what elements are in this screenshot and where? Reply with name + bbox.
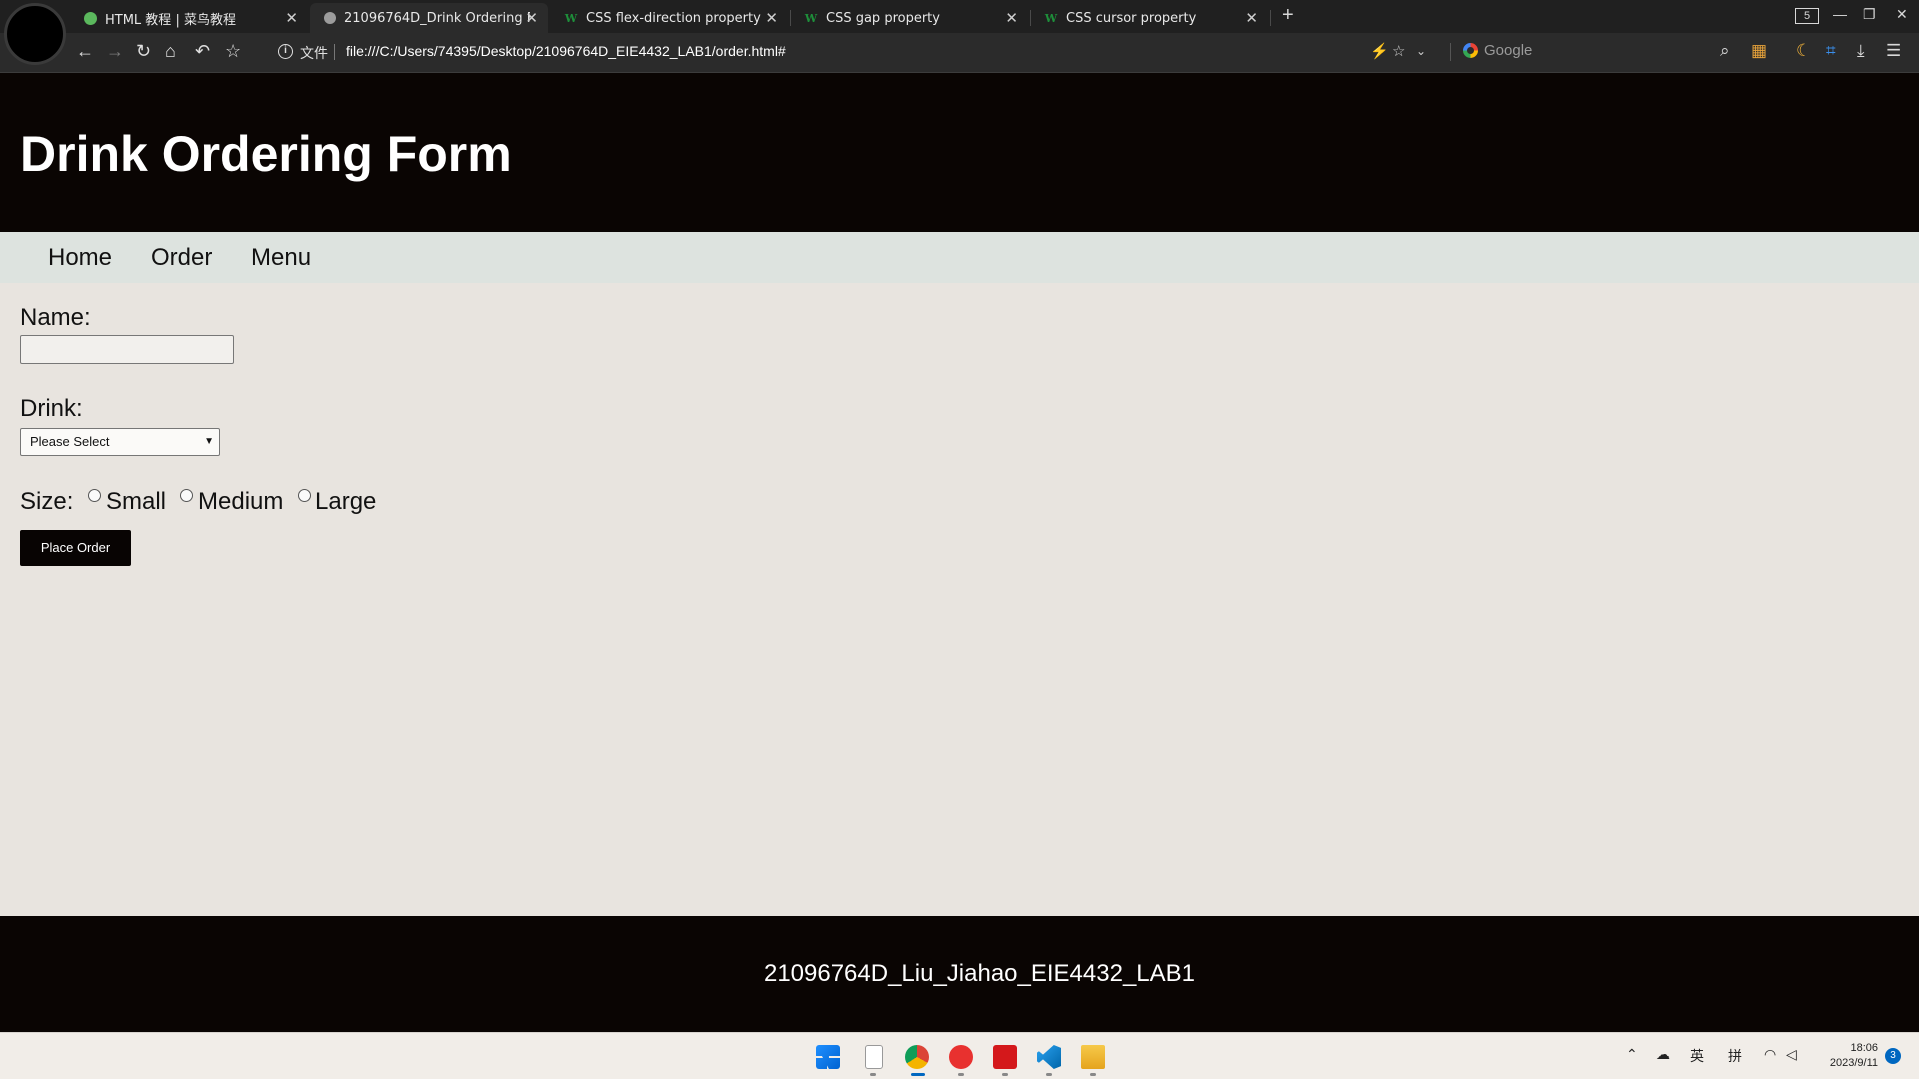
tab-count-badge[interactable]: 5	[1795, 8, 1819, 24]
acrobat-icon[interactable]	[993, 1045, 1017, 1069]
close-window-icon[interactable]: ✕	[1896, 6, 1908, 23]
tab-label: CSS cursor property	[1066, 10, 1197, 26]
night-mode-icon[interactable]: ☾	[1796, 41, 1811, 61]
reload-icon[interactable]: ↻	[136, 41, 151, 61]
favorite-star-icon[interactable]: ☆	[1392, 42, 1405, 60]
notification-badge[interactable]: 3	[1885, 1048, 1901, 1064]
ime-mode[interactable]: 拼	[1728, 1046, 1742, 1066]
restore-icon[interactable]: ❐	[1863, 6, 1876, 23]
ime-language[interactable]: 英	[1690, 1046, 1704, 1066]
w3schools-icon: W	[1044, 11, 1058, 25]
clock-date: 2023/9/11	[1829, 1057, 1878, 1069]
protocol-label: 文件	[300, 45, 328, 61]
drink-label: Drink:	[20, 395, 83, 422]
minimize-icon[interactable]: —	[1833, 6, 1847, 22]
back-icon[interactable]: ←	[76, 41, 94, 61]
size-radio-medium[interactable]	[180, 489, 193, 502]
footer-text: 21096764D_Liu_Jiahao_EIE4432_LAB1	[763, 960, 1196, 987]
undo-close-icon[interactable]: ↶	[195, 41, 210, 61]
tab-cursor[interactable]: W CSS cursor property ✕	[1030, 3, 1268, 33]
size-radio-small[interactable]	[88, 489, 101, 502]
nav-order[interactable]: Order	[151, 244, 212, 272]
page-header: Drink Ordering Form	[0, 73, 1919, 232]
tab-label: 21096764D_Drink Ordering Fo	[344, 10, 530, 26]
tab-label: CSS flex-direction property	[586, 10, 761, 26]
site-info-icon[interactable]: i	[278, 44, 293, 59]
address-bar: ← → ↻ ⌂ ↶ ☆ i 文件 file:///C:/Users/74395/…	[0, 33, 1919, 73]
chrome-icon[interactable]	[905, 1045, 929, 1069]
wifi-icon[interactable]: ◠	[1764, 1046, 1776, 1063]
tab-runoob[interactable]: HTML 教程 | 菜鸟教程 ✕	[70, 3, 308, 33]
page-icon	[324, 12, 336, 24]
w3schools-icon: W	[564, 11, 578, 25]
w3schools-icon: W	[804, 11, 818, 25]
search-input[interactable]: Google	[1463, 42, 1532, 59]
tab-gap[interactable]: W CSS gap property ✕	[790, 3, 1028, 33]
drink-select-value: Please Select	[30, 434, 110, 449]
place-order-button[interactable]: Place Order	[20, 530, 131, 566]
close-icon[interactable]: ✕	[1005, 9, 1018, 27]
size-radio-large[interactable]	[298, 489, 311, 502]
chevron-up-icon[interactable]: ⌃	[1626, 1046, 1638, 1063]
nav-home[interactable]: Home	[48, 244, 112, 272]
close-icon[interactable]: ✕	[285, 9, 298, 27]
cloud-icon[interactable]: ☁	[1656, 1046, 1670, 1063]
search-icon[interactable]: ⌕	[1720, 41, 1730, 61]
menu-icon[interactable]: ☰	[1886, 41, 1901, 61]
clock[interactable]: 18:06 2023/9/11	[1818, 1041, 1878, 1071]
netease-music-icon[interactable]	[949, 1045, 973, 1069]
clock-time: 18:06	[1850, 1042, 1878, 1054]
search-engine-label: Google	[1484, 42, 1533, 59]
tab-drink-order[interactable]: 21096764D_Drink Ordering Fo ✕	[310, 3, 548, 33]
close-icon[interactable]: ✕	[765, 9, 778, 27]
tab-label: HTML 教程 | 菜鸟教程	[105, 12, 236, 28]
notepad-icon[interactable]	[865, 1045, 883, 1069]
vscode-icon[interactable]	[1037, 1045, 1061, 1069]
browser-tab-bar: HTML 教程 | 菜鸟教程 ✕ 21096764D_Drink Orderin…	[0, 0, 1919, 65]
crop-icon[interactable]: ⌗	[1826, 41, 1836, 61]
name-input[interactable]	[20, 335, 234, 364]
bookmark-star-icon[interactable]: ☆	[225, 41, 241, 61]
size-option-medium: Medium	[198, 488, 284, 515]
close-icon[interactable]: ✕	[1245, 9, 1258, 27]
file-explorer-icon[interactable]	[1081, 1045, 1105, 1069]
google-icon	[1463, 43, 1478, 58]
url-field[interactable]: file:///C:/Users/74395/Desktop/21096764D…	[346, 43, 786, 59]
chevron-down-icon: ▼	[204, 436, 214, 447]
runoob-icon	[84, 11, 97, 25]
taskbar: ⌃ ☁ 英 拼 ◠ ◁ 18:06 2023/9/11 3	[0, 1032, 1919, 1079]
drink-select[interactable]: Please Select ▼	[20, 428, 220, 456]
name-label: Name:	[20, 304, 91, 331]
tab-flex-direction[interactable]: W CSS flex-direction property ✕	[550, 3, 788, 33]
home-icon[interactable]: ⌂	[165, 41, 176, 61]
start-icon[interactable]	[816, 1045, 840, 1069]
page-nav: Home Order Menu	[0, 232, 1919, 283]
browser-logo-icon[interactable]	[4, 3, 66, 65]
forward-icon[interactable]: →	[106, 41, 124, 61]
size-option-small: Small	[106, 488, 167, 515]
size-label: Size:	[20, 488, 74, 515]
new-tab-button[interactable]: +	[1282, 4, 1294, 27]
chevron-down-icon[interactable]: ⌄	[1416, 44, 1426, 58]
volume-icon[interactable]: ◁	[1786, 1046, 1797, 1063]
nav-menu[interactable]: Menu	[251, 244, 311, 272]
apps-grid-icon[interactable]: ▦	[1751, 41, 1767, 61]
size-option-large: Large	[315, 488, 377, 515]
lightning-icon[interactable]: ⚡	[1370, 42, 1389, 60]
page-title: Drink Ordering Form	[20, 126, 512, 182]
download-icon[interactable]: ⤓	[1857, 41, 1865, 61]
close-icon[interactable]: ✕	[525, 9, 538, 27]
page-footer: 21096764D_Liu_Jiahao_EIE4432_LAB1	[0, 916, 1919, 1032]
tab-label: CSS gap property	[826, 10, 940, 26]
